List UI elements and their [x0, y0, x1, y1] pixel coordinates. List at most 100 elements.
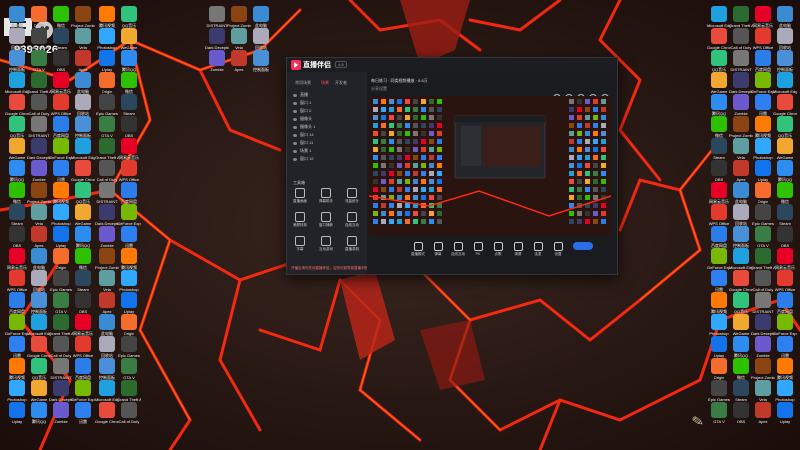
desktop-icon[interactable]: GeForce Experience: [49, 138, 73, 160]
desktop-icon[interactable]: Apex: [752, 402, 774, 424]
desktop-icon[interactable]: 腾讯视频: [50, 182, 72, 204]
desktop-icon[interactable]: GeForce Experience: [707, 248, 731, 270]
desktop-icon[interactable]: Project Zomboid: [95, 248, 119, 270]
scene-item[interactable]: 摄像头: [293, 116, 312, 122]
desktop-icon[interactable]: Zombie: [752, 336, 774, 358]
desktop-icon[interactable]: Apex: [96, 292, 118, 314]
desktop-icon[interactable]: Epic Games: [96, 94, 118, 116]
desktop-icon[interactable]: 此电脑: [28, 248, 50, 270]
desktop-icon[interactable]: Google Chrome: [71, 160, 95, 182]
desktop-icon[interactable]: QQ音乐: [118, 6, 140, 28]
eye-icon[interactable]: [293, 117, 297, 121]
desktop-icon[interactable]: GTA V: [118, 358, 140, 380]
desktop-icon[interactable]: GeForce Experience: [5, 314, 29, 336]
desktop-icon[interactable]: 微信: [6, 182, 28, 204]
desktop-icon[interactable]: 迅雷: [72, 402, 94, 424]
toolbar-button[interactable]: 弹幕: [429, 242, 447, 257]
desktop-icon[interactable]: 迅雷: [752, 94, 774, 116]
desktop-icon[interactable]: WPS Office: [50, 94, 72, 116]
desktop-icon[interactable]: DISTRAINT: [752, 292, 774, 314]
desktop-icon[interactable]: 回收站: [72, 94, 94, 116]
desktop-icon[interactable]: Call of Duty: [50, 336, 72, 358]
desktop-icon[interactable]: Origin: [708, 358, 730, 380]
toolbar-button[interactable]: 连麦: [529, 242, 547, 257]
desktop-icon[interactable]: 迅雷: [708, 270, 730, 292]
desktop-icon[interactable]: Uplay: [752, 160, 774, 182]
desktop-icon[interactable]: 迅雷: [50, 160, 72, 182]
toolbar-button[interactable]: PK: [469, 242, 487, 256]
desktop-icon[interactable]: Steam: [730, 380, 752, 402]
desktop-icon[interactable]: Google Chrome: [729, 270, 753, 292]
desktop-icon[interactable]: Steam: [6, 204, 28, 226]
desktop-icon[interactable]: Call of Duty: [28, 94, 50, 116]
desktop-icon[interactable]: Photoshop: [118, 270, 140, 292]
desktop-icon[interactable]: QQ音乐: [730, 292, 752, 314]
desktop-icon[interactable]: Project Zomboid: [27, 182, 51, 204]
desktop-icon[interactable]: Uplay: [50, 226, 72, 248]
desktop-icon[interactable]: Microsoft Edge: [71, 138, 95, 160]
scene-item[interactable]: 摄像头 1: [293, 124, 315, 130]
scene-item[interactable]: 直播: [293, 92, 308, 98]
tab-developer[interactable]: 开发者: [335, 80, 347, 86]
desktop-icon[interactable]: Uplay: [708, 336, 730, 358]
desktop-icon[interactable]: 网易云音乐: [708, 182, 730, 204]
desktop-icon[interactable]: 微信: [118, 72, 140, 94]
desktop-icon[interactable]: Photoshop: [96, 28, 118, 50]
desktop-icon[interactable]: Photoshop: [6, 380, 28, 402]
desktop-icon[interactable]: 回收站: [96, 336, 118, 358]
desktop-icon[interactable]: 微信: [50, 6, 72, 28]
desktop-icon[interactable]: GeForce Experience: [751, 72, 775, 94]
desktop-icon[interactable]: 网易云音乐: [774, 248, 796, 270]
desktop-icon[interactable]: WPS Office: [708, 204, 730, 226]
desktop-icon[interactable]: 百度网盘: [6, 292, 28, 314]
start-live-button[interactable]: [573, 242, 593, 250]
desktop-icon[interactable]: Call of Duty: [752, 270, 774, 292]
desktop-icon[interactable]: Grand Theft Auto V: [729, 6, 753, 28]
desktop-icon[interactable]: Microsoft Edge: [729, 248, 753, 270]
desktop-icon[interactable]: 腾讯视频: [774, 358, 796, 380]
desktop-icon[interactable]: Uplay: [6, 402, 28, 424]
desktop-icon[interactable]: Call of Duty: [96, 160, 118, 182]
desktop-icon[interactable]: 网易云音乐: [6, 248, 28, 270]
tab-scenes[interactable]: 场景: [321, 80, 329, 86]
desktop-icon[interactable]: QQ音乐: [72, 182, 94, 204]
desktop-icon[interactable]: 控制面板: [96, 358, 118, 380]
desktop-icon[interactable]: GeForce Experience: [117, 204, 141, 226]
toolbar-button[interactable]: 清屏: [509, 242, 527, 257]
desktop-icon[interactable]: Vela: [752, 380, 774, 402]
desktop-icon[interactable]: DISTRAINT: [730, 50, 752, 72]
desktop-icon[interactable]: Dark Deception: [751, 314, 775, 336]
desktop-icon[interactable]: 腾讯视频: [96, 6, 118, 28]
desktop-icon[interactable]: 控制面板: [774, 50, 796, 72]
desktop-icon[interactable]: 迅雷: [6, 336, 28, 358]
desktop-icon[interactable]: 腾讯QQ: [118, 50, 140, 72]
desktop-icon[interactable]: Microsoft Edge: [5, 72, 29, 94]
tab-common-scenes[interactable]: 常用场景: [295, 80, 311, 86]
desktop-icon[interactable]: Origin: [752, 182, 774, 204]
desktop-icon[interactable]: Epic Games: [28, 28, 50, 50]
scene-item[interactable]: 窗口 2: [293, 108, 311, 114]
desktop-icon[interactable]: 腾讯QQ: [6, 160, 28, 182]
desktop-icon[interactable]: 回收站: [28, 270, 50, 292]
desktop-icon[interactable]: 此电脑: [6, 6, 28, 28]
desktop-icon[interactable]: OBS: [72, 292, 94, 314]
desktop-icon[interactable]: Photoshop: [774, 380, 796, 402]
scene-item[interactable]: 场景 1: [293, 148, 311, 154]
desktop-icon[interactable]: Google Chrome: [5, 94, 29, 116]
desktop-icon[interactable]: 网易云音乐: [50, 72, 72, 94]
desktop-icon[interactable]: Zombie: [50, 402, 72, 424]
toolbar-button[interactable]: 连线互动: [449, 242, 467, 257]
desktop-icon[interactable]: Vela: [96, 270, 118, 292]
desktop-icon[interactable]: Microsoft Edge: [707, 6, 731, 28]
desktop-icon[interactable]: OBS: [50, 50, 72, 72]
scene-item[interactable]: 窗口 12: [293, 156, 314, 162]
desktop-icon[interactable]: Apex: [28, 226, 50, 248]
desktop-icon[interactable]: Google Chrome: [773, 94, 797, 116]
eye-icon[interactable]: [293, 141, 297, 145]
desktop-icon[interactable]: Steam: [72, 270, 94, 292]
desktop-icon[interactable]: WeGame: [72, 204, 94, 226]
desktop-icon[interactable]: Uplay: [774, 402, 796, 424]
desktop-icon[interactable]: Project Zomboid: [71, 6, 95, 28]
desktop-icon[interactable]: WPS Office: [752, 28, 774, 50]
desktop-icon[interactable]: 腾讯QQ: [774, 160, 796, 182]
